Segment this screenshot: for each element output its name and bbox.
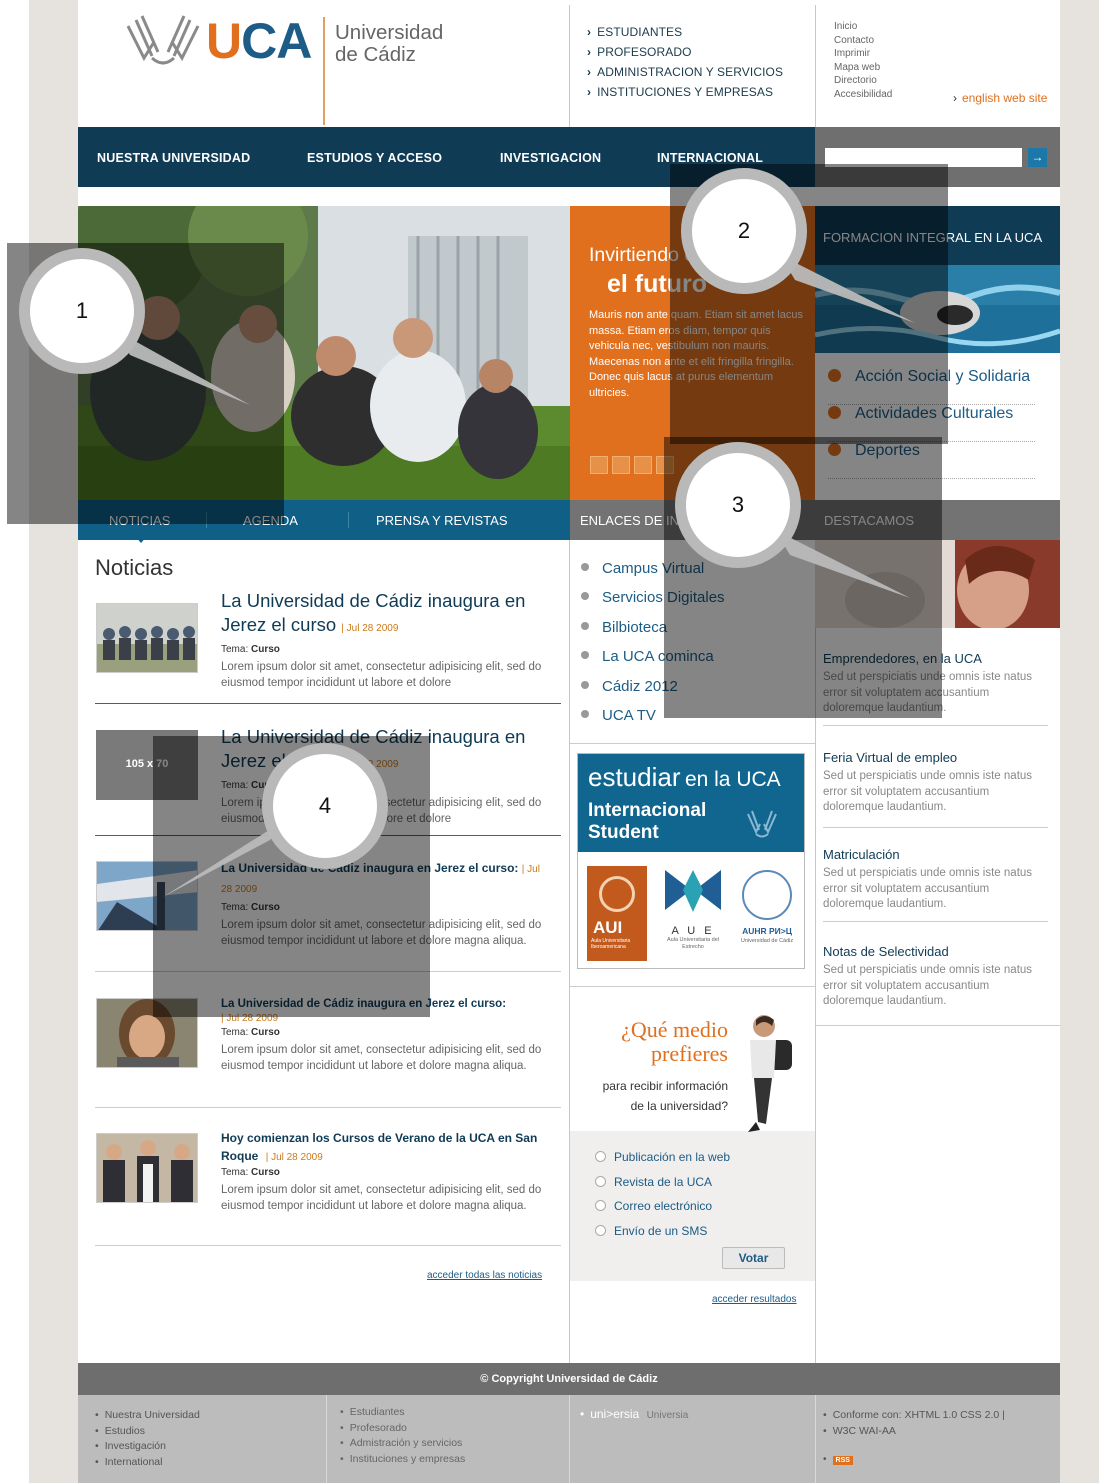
callout-marker-2: 2 [681,168,807,294]
callout-marker-4: 4 [262,743,388,869]
callout-marker-1: 1 [19,248,145,374]
callout-marker-3: 3 [675,442,801,568]
callout-pointers [115,255,915,897]
page-canvas: UCA Universidad de Cádiz ESTUDIANTES PRO… [0,0,1099,1483]
